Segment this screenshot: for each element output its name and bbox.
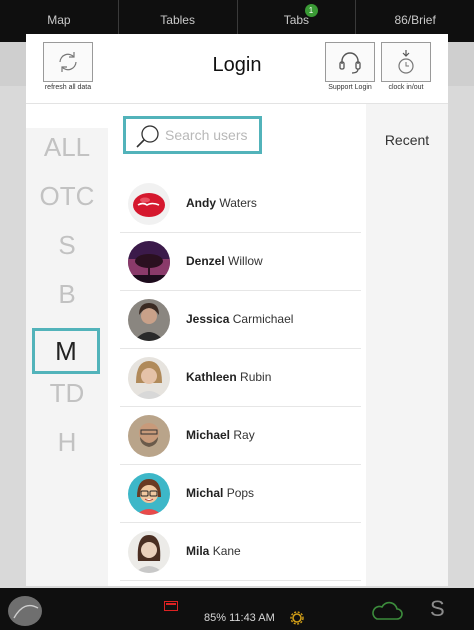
person-photo [128,415,170,457]
user-last-name: Kane [212,544,241,558]
recent-heading: Recent [384,132,430,148]
user-name: Michal Pops [186,486,254,500]
user-list-panel: Search users Andy Waters Denzel Willow J… [108,104,366,586]
role-filter-column: ALL OTC S B M TD H [26,128,108,586]
user-name: Mila Kane [186,544,241,558]
jelly-belly-logo [128,183,170,225]
logo-swoosh-icon [13,604,39,619]
avatar [128,531,170,573]
user-first-name: Michael [186,428,231,442]
avatar [128,241,170,283]
battery-level: 85% [204,612,227,624]
filter-m-selected[interactable]: M [32,328,100,374]
user-first-name: Jessica [186,312,230,326]
user-row-jessica-carmichael[interactable]: Jessica Carmichael [120,291,361,349]
tab-tabs-label: Tabs [283,13,310,27]
tree-sunset-photo [128,241,170,283]
user-name: Andy Waters [186,196,257,210]
support-login-button[interactable]: Support Login [324,42,376,91]
user-name: Jessica Carmichael [186,312,293,326]
user-last-name: Waters [219,196,257,210]
tab-map-label: Map [47,13,71,27]
cloud-sync-icon[interactable] [369,599,403,621]
support-button-frame [325,42,375,82]
tab-86-brief-label: 86/Brief [394,13,436,27]
user-first-name: Denzel [186,254,225,268]
avatar [128,473,170,515]
clock-caption: clock in/out [388,84,424,91]
clock-button-frame [381,42,431,82]
person-photo [128,299,170,341]
restaurant-logo[interactable] [8,596,42,626]
clock-in-out-button[interactable]: clock in/out [380,42,432,91]
search-placeholder: Search users [165,127,248,143]
user-row-mila-kane[interactable]: Mila Kane [120,523,361,581]
clock-time: 11:43 AM [229,612,275,624]
user-last-name: Rubin [240,370,272,384]
status-text: 85% 11:43 AM [204,612,275,624]
user-last-name: Pops [226,486,255,500]
user-row-partial[interactable] [120,581,361,586]
user-first-name: Kathleen [186,370,237,384]
modal-header: refresh all data Login Support Login clo… [26,34,448,104]
battery-icon [164,601,178,611]
bottom-status-bar: 85% 11:43 AM S [0,588,474,630]
clock-icon [398,50,414,74]
user-name: Michael Ray [186,428,255,442]
person-photo [128,531,170,573]
tabs-count-badge: 1 [304,4,318,17]
user-last-name: Ray [233,428,255,442]
user-row-denzel-willow[interactable]: Denzel Willow [120,233,361,291]
avatar [128,299,170,341]
user-row-andy-waters[interactable]: Andy Waters [120,175,361,233]
person-photo [128,357,170,399]
filter-td[interactable]: TD [26,378,108,409]
cartoon-avatar [128,473,170,515]
login-modal: refresh all data Login Support Login clo… [26,34,448,586]
refresh-caption: refresh all data [44,84,92,91]
user-name: Kathleen Rubin [186,370,271,384]
filter-s[interactable]: S [26,230,108,261]
avatar [128,357,170,399]
user-first-name: Michal [186,486,224,500]
user-row-kathleen-rubin[interactable]: Kathleen Rubin [120,349,361,407]
recent-column: Recent [366,104,448,586]
user-row-michal-pops[interactable]: Michal Pops [120,465,361,523]
tab-tables-label: Tables [160,13,195,27]
avatar [128,415,170,457]
filter-h[interactable]: H [26,427,108,458]
settings-gear-icon[interactable] [290,611,304,625]
user-name: Denzel Willow [186,254,263,268]
filter-otc[interactable]: OTC [26,181,108,212]
user-first-name: Andy [186,196,216,210]
avatar [128,183,170,225]
user-last-name: Willow [228,254,263,268]
filter-b[interactable]: B [26,279,108,310]
user-initial-button[interactable]: S [430,596,445,622]
search-icon [136,125,159,148]
filter-all[interactable]: ALL [26,132,108,163]
user-last-name: Carmichael [232,312,294,326]
headset-icon [339,52,361,74]
support-caption: Support Login [328,84,372,91]
search-users-field[interactable]: Search users [123,116,262,154]
user-row-michael-ray[interactable]: Michael Ray [120,407,361,465]
user-first-name: Mila [186,544,210,558]
